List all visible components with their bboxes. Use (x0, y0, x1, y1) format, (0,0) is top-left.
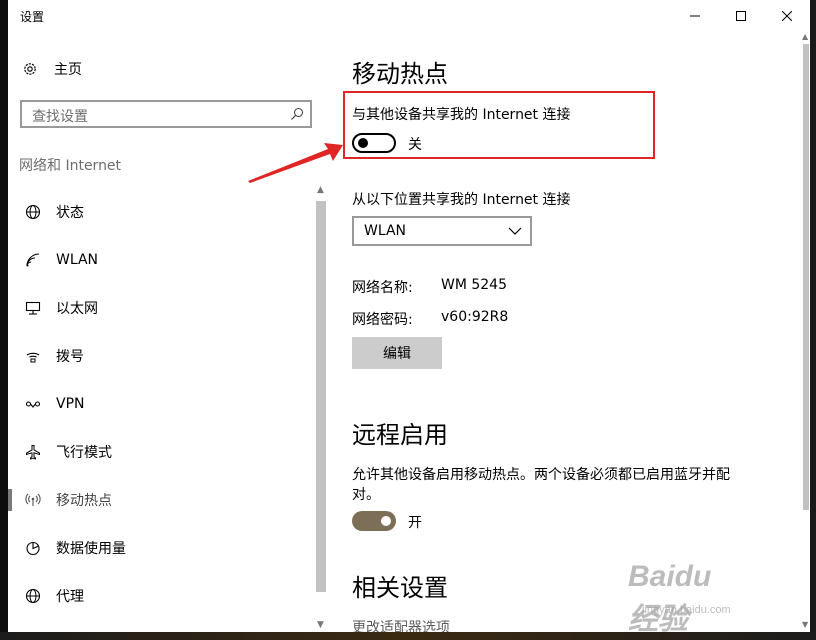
scroll-down-icon[interactable]: ▼ (802, 620, 808, 629)
related-settings-title: 相关设置 (352, 574, 448, 602)
vpn-icon (24, 395, 42, 413)
toggle-knob (381, 516, 391, 526)
dropdown-value: WLAN (364, 223, 407, 239)
scroll-down-icon[interactable]: ▼ (317, 620, 324, 630)
sidebar-item-label: WLAN (56, 252, 99, 268)
sidebar-item-label: 移动热点 (56, 493, 112, 509)
annotation-arrow (248, 143, 343, 183)
baidu-logo: Baidu经验 (628, 560, 712, 632)
sidebar-item-dialup[interactable]: 拨号 (8, 336, 314, 376)
main-content: 移动热点 与其他设备共享我的 Internet 连接 关 从以下位置共享我的 I… (330, 32, 810, 632)
sidebar-item-ethernet[interactable]: 以太网 (8, 288, 314, 328)
share-label: 与其他设备共享我的 Internet 连接 (352, 107, 571, 123)
hotspot-icon (24, 491, 42, 509)
home-label: 主页 (54, 62, 82, 78)
share-from-label: 从以下位置共享我的 Internet 连接 (352, 192, 571, 208)
window-title: 设置 (20, 10, 45, 24)
scroll-up-icon[interactable]: ▲ (802, 32, 808, 41)
close-button[interactable] (764, 0, 810, 32)
toggle-knob (358, 138, 368, 148)
sidebar-item-data-usage[interactable]: 数据使用量 (8, 528, 314, 568)
minimize-button[interactable] (672, 0, 718, 32)
sidebar-item-label: 飞行模式 (56, 445, 112, 461)
share-from-dropdown[interactable]: WLAN (352, 216, 532, 246)
adapter-options-link[interactable]: 更改适配器选项 (352, 617, 450, 632)
ethernet-icon (24, 299, 42, 317)
home-nav-item[interactable]: 主页 (22, 56, 82, 82)
sidebar-item-vpn[interactable]: VPN (8, 384, 314, 424)
sidebar-item-label: 拨号 (56, 349, 84, 365)
sidebar-item-label: 状态 (56, 205, 84, 221)
maximize-icon (736, 11, 746, 21)
share-toggle[interactable] (352, 133, 396, 153)
gear-icon (24, 63, 36, 75)
sidebar-item-wlan[interactable]: WLAN (8, 240, 314, 280)
sidebar-item-status[interactable]: 状态 (8, 192, 314, 232)
edit-button[interactable]: 编辑 (352, 337, 442, 369)
dialup-icon (24, 347, 42, 365)
search-placeholder: 查找设置 (32, 109, 88, 125)
maximize-button[interactable] (718, 0, 764, 32)
sidebar-item-label: 以太网 (56, 301, 98, 317)
airplane-icon (24, 443, 42, 461)
network-name-value: WM 5245 (441, 277, 508, 293)
desktop-background (0, 0, 8, 640)
remote-description-line1: 允许其他设备启用移动热点。两个设备必须都已启用蓝牙并配 (352, 467, 730, 483)
globe-icon (24, 203, 42, 221)
sidebar-item-airplane-mode[interactable]: 飞行模式 (8, 432, 314, 472)
section-title: 网络和 Internet (19, 158, 122, 174)
selection-indicator (8, 489, 12, 511)
minimize-icon (690, 15, 700, 17)
page-title: 移动热点 (352, 60, 448, 88)
network-name-label: 网络名称: (352, 280, 413, 296)
remote-section-title: 远程启用 (352, 421, 448, 449)
remote-toggle-state: 开 (408, 515, 422, 531)
sidebar-item-label: VPN (56, 396, 85, 412)
watermark-url: jingyan.baidu.com (642, 604, 731, 616)
sidebar-item-label: 数据使用量 (56, 541, 126, 557)
sidebar-item-mobile-hotspot[interactable]: 移动热点 (8, 480, 314, 520)
wifi-icon (24, 251, 42, 269)
search-input[interactable]: 查找设置 (20, 100, 312, 128)
scroll-up-icon[interactable]: ▲ (317, 185, 324, 195)
data-usage-icon (24, 539, 42, 557)
desktop-taskbar-edge (0, 632, 816, 640)
scrollbar-thumb[interactable] (316, 201, 326, 592)
share-toggle-state: 关 (408, 137, 422, 153)
sidebar-scrollbar[interactable]: ▲ ▼ (315, 185, 327, 632)
close-icon (782, 11, 792, 21)
sidebar-item-proxy[interactable]: 代理 (8, 576, 314, 616)
settings-window: 设置 主页 查找设置 网络和 Internet 状态 WLAN 以太网 拨号 V… (8, 0, 810, 632)
network-password-label: 网络密码: (352, 312, 413, 328)
sidebar-item-label: 代理 (56, 589, 84, 605)
network-password-value: v60:92R8 (441, 309, 509, 325)
proxy-globe-icon (24, 587, 42, 605)
remote-description-line2: 对。 (352, 487, 380, 503)
sidebar: 主页 查找设置 网络和 Internet 状态 WLAN 以太网 拨号 VPN … (8, 32, 330, 632)
main-scrollbar[interactable]: ▲ ▼ (802, 32, 810, 632)
scrollbar-thumb[interactable] (803, 44, 809, 510)
search-icon (291, 107, 304, 120)
title-bar[interactable]: 设置 (8, 0, 810, 32)
remote-toggle[interactable] (352, 511, 396, 531)
chevron-down-icon (508, 227, 522, 235)
